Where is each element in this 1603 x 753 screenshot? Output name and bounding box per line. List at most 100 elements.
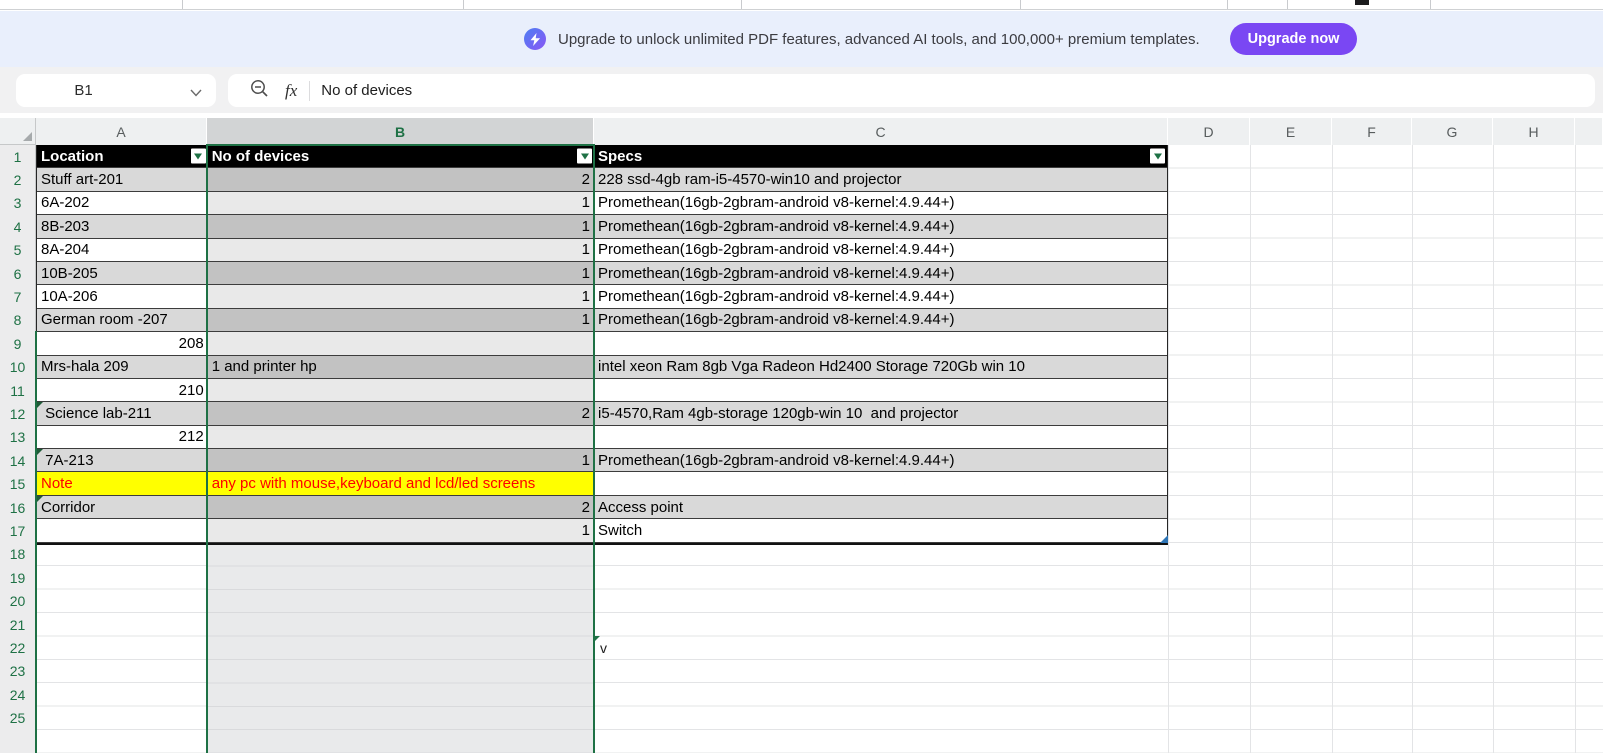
cell-A13[interactable]: 212 bbox=[37, 425, 208, 449]
row-header-22[interactable]: 22 bbox=[0, 636, 36, 660]
cell-A10[interactable]: Mrs-hala 209 bbox=[37, 355, 208, 378]
row-header-11[interactable]: 11 bbox=[0, 379, 36, 403]
row-header-20[interactable]: 20 bbox=[0, 589, 36, 613]
cell-B2[interactable]: 2 bbox=[207, 168, 595, 191]
column-header-D[interactable]: D bbox=[1168, 118, 1250, 145]
cell-B5[interactable]: 1 bbox=[207, 238, 595, 261]
cell-A8[interactable]: German room -207 bbox=[37, 308, 208, 332]
cell-A5[interactable]: 8A-204 bbox=[37, 238, 208, 261]
row-header-25[interactable]: 25 bbox=[0, 706, 36, 730]
row-header-26[interactable] bbox=[0, 730, 36, 753]
cell-A11[interactable]: 210 bbox=[37, 378, 208, 402]
cell-B17[interactable]: 1 bbox=[207, 519, 595, 542]
filter-dropdown-button[interactable] bbox=[1150, 148, 1165, 164]
cell-A4[interactable]: 8B-203 bbox=[37, 215, 208, 238]
column-header-C[interactable]: C bbox=[594, 118, 1168, 145]
table-header-specs[interactable]: Specs bbox=[594, 145, 1167, 168]
table-header-no-of-devices[interactable]: No of devices bbox=[207, 145, 595, 168]
row-header-9[interactable]: 9 bbox=[0, 332, 36, 356]
formula-input[interactable]: fx No of devices bbox=[228, 74, 1595, 107]
zoom-out-icon[interactable] bbox=[250, 79, 269, 103]
row-header-8[interactable]: 8 bbox=[0, 308, 36, 333]
cell-C5[interactable]: Promethean(16gb-2gbram-android v8-kernel… bbox=[594, 238, 1167, 261]
column-header-E[interactable]: E bbox=[1250, 118, 1332, 145]
cell-A2[interactable]: Stuff art-201 bbox=[37, 168, 208, 191]
row-header-23[interactable]: 23 bbox=[0, 659, 36, 684]
cell-B9[interactable] bbox=[207, 332, 595, 355]
table-resize-handle[interactable] bbox=[1160, 534, 1168, 543]
row-header-15[interactable]: 15 bbox=[0, 472, 36, 496]
cell-C2[interactable]: 228 ssd-4gb ram-i5-4570-win10 and projec… bbox=[594, 168, 1167, 191]
cell-name-box[interactable]: B1 bbox=[16, 74, 216, 107]
row-header-5[interactable]: 5 bbox=[0, 238, 36, 262]
row-header-19[interactable]: 19 bbox=[0, 566, 36, 590]
cell-C4[interactable]: Promethean(16gb-2gbram-android v8-kernel… bbox=[594, 215, 1167, 238]
cell-B4[interactable]: 1 bbox=[207, 215, 595, 238]
row-header-10[interactable]: 10 bbox=[0, 355, 36, 379]
row-header-17[interactable]: 17 bbox=[0, 519, 36, 543]
cell-C22[interactable]: v bbox=[594, 636, 654, 659]
cell-A12[interactable]: Science lab-211 bbox=[37, 402, 208, 425]
cell-A17[interactable] bbox=[37, 519, 208, 542]
cell-C16[interactable]: Access point bbox=[594, 495, 1167, 519]
row-header-3[interactable]: 3 bbox=[0, 191, 36, 216]
cell-C7[interactable]: Promethean(16gb-2gbram-android v8-kernel… bbox=[594, 285, 1167, 308]
filter-dropdown-button[interactable] bbox=[190, 148, 206, 164]
cell-B16[interactable]: 2 bbox=[207, 495, 595, 519]
cell-A6[interactable]: 10B-205 bbox=[37, 261, 208, 285]
cell-C3[interactable]: Promethean(16gb-2gbram-android v8-kernel… bbox=[594, 191, 1167, 215]
gridline-vertical bbox=[1575, 145, 1576, 753]
cell-B15[interactable]: any pc with mouse,keyboard and lcd/led s… bbox=[207, 472, 595, 495]
cell-B8[interactable]: 1 bbox=[207, 308, 595, 332]
row-header-16[interactable]: 16 bbox=[0, 496, 36, 520]
cells-area[interactable]: خمسات LocationNo of devicesSpecsStuff ar… bbox=[35, 144, 1603, 753]
cell-B3[interactable]: 1 bbox=[207, 191, 595, 215]
row-header-18[interactable]: 18 bbox=[0, 542, 36, 567]
filter-dropdown-button[interactable] bbox=[577, 148, 593, 164]
table-header-location[interactable]: Location bbox=[37, 145, 208, 168]
column-header-A[interactable]: A bbox=[36, 118, 207, 145]
column-header-H[interactable]: H bbox=[1493, 118, 1575, 145]
cell-C13[interactable] bbox=[594, 425, 1167, 449]
cell-B13[interactable] bbox=[207, 425, 595, 449]
cell-flag-icon bbox=[37, 449, 43, 456]
cell-C10[interactable]: intel xeon Ram 8gb Vga Radeon Hd2400 Sto… bbox=[594, 355, 1167, 378]
cell-C6[interactable]: Promethean(16gb-2gbram-android v8-kernel… bbox=[594, 261, 1167, 285]
cell-B10[interactable]: 1 and printer hp bbox=[207, 355, 595, 378]
row-header-2[interactable]: 2 bbox=[0, 168, 36, 192]
row-header-12[interactable]: 12 bbox=[0, 402, 36, 426]
cell-C11[interactable] bbox=[594, 378, 1167, 402]
cell-A14[interactable]: 7A-213 bbox=[37, 449, 208, 472]
select-all-corner[interactable] bbox=[0, 118, 36, 145]
row-header-13[interactable]: 13 bbox=[0, 425, 36, 450]
row-header-6[interactable]: 6 bbox=[0, 262, 36, 286]
cell-A15[interactable]: Note bbox=[37, 472, 208, 495]
cell-A9[interactable]: 208 bbox=[37, 332, 208, 355]
upgrade-now-button[interactable]: Upgrade now bbox=[1229, 23, 1358, 55]
cell-A16[interactable]: Corridor bbox=[37, 495, 208, 519]
column-header-G[interactable]: G bbox=[1412, 118, 1493, 145]
cell-B11[interactable] bbox=[207, 378, 595, 402]
cell-B6[interactable]: 1 bbox=[207, 261, 595, 285]
cell-B14[interactable]: 1 bbox=[207, 449, 595, 472]
row-header-24[interactable]: 24 bbox=[0, 683, 36, 707]
column-header-B[interactable]: B bbox=[207, 118, 594, 145]
chevron-down-icon[interactable] bbox=[190, 84, 202, 102]
cell-C9[interactable] bbox=[594, 332, 1167, 355]
cell-C14[interactable]: Promethean(16gb-2gbram-android v8-kernel… bbox=[594, 449, 1167, 472]
row-header-1[interactable]: 1 bbox=[0, 145, 36, 169]
cell-B7[interactable]: 1 bbox=[207, 285, 595, 308]
cell-A7[interactable]: 10A-206 bbox=[37, 285, 208, 308]
column-header-partial[interactable] bbox=[1575, 118, 1603, 145]
cell-A3[interactable]: 6A-202 bbox=[37, 191, 208, 215]
row-header-4[interactable]: 4 bbox=[0, 215, 36, 239]
row-header-14[interactable]: 14 bbox=[0, 449, 36, 473]
row-header-21[interactable]: 21 bbox=[0, 613, 36, 637]
row-header-7[interactable]: 7 bbox=[0, 285, 36, 309]
cell-C8[interactable]: Promethean(16gb-2gbram-android v8-kernel… bbox=[594, 308, 1167, 332]
cell-C12[interactable]: i5-4570,Ram 4gb-storage 120gb-win 10 and… bbox=[594, 402, 1167, 425]
column-header-F[interactable]: F bbox=[1332, 118, 1412, 145]
cell-B12[interactable]: 2 bbox=[207, 402, 595, 425]
cell-C17[interactable]: Switch bbox=[594, 519, 1167, 542]
cell-C15[interactable] bbox=[594, 472, 1167, 495]
